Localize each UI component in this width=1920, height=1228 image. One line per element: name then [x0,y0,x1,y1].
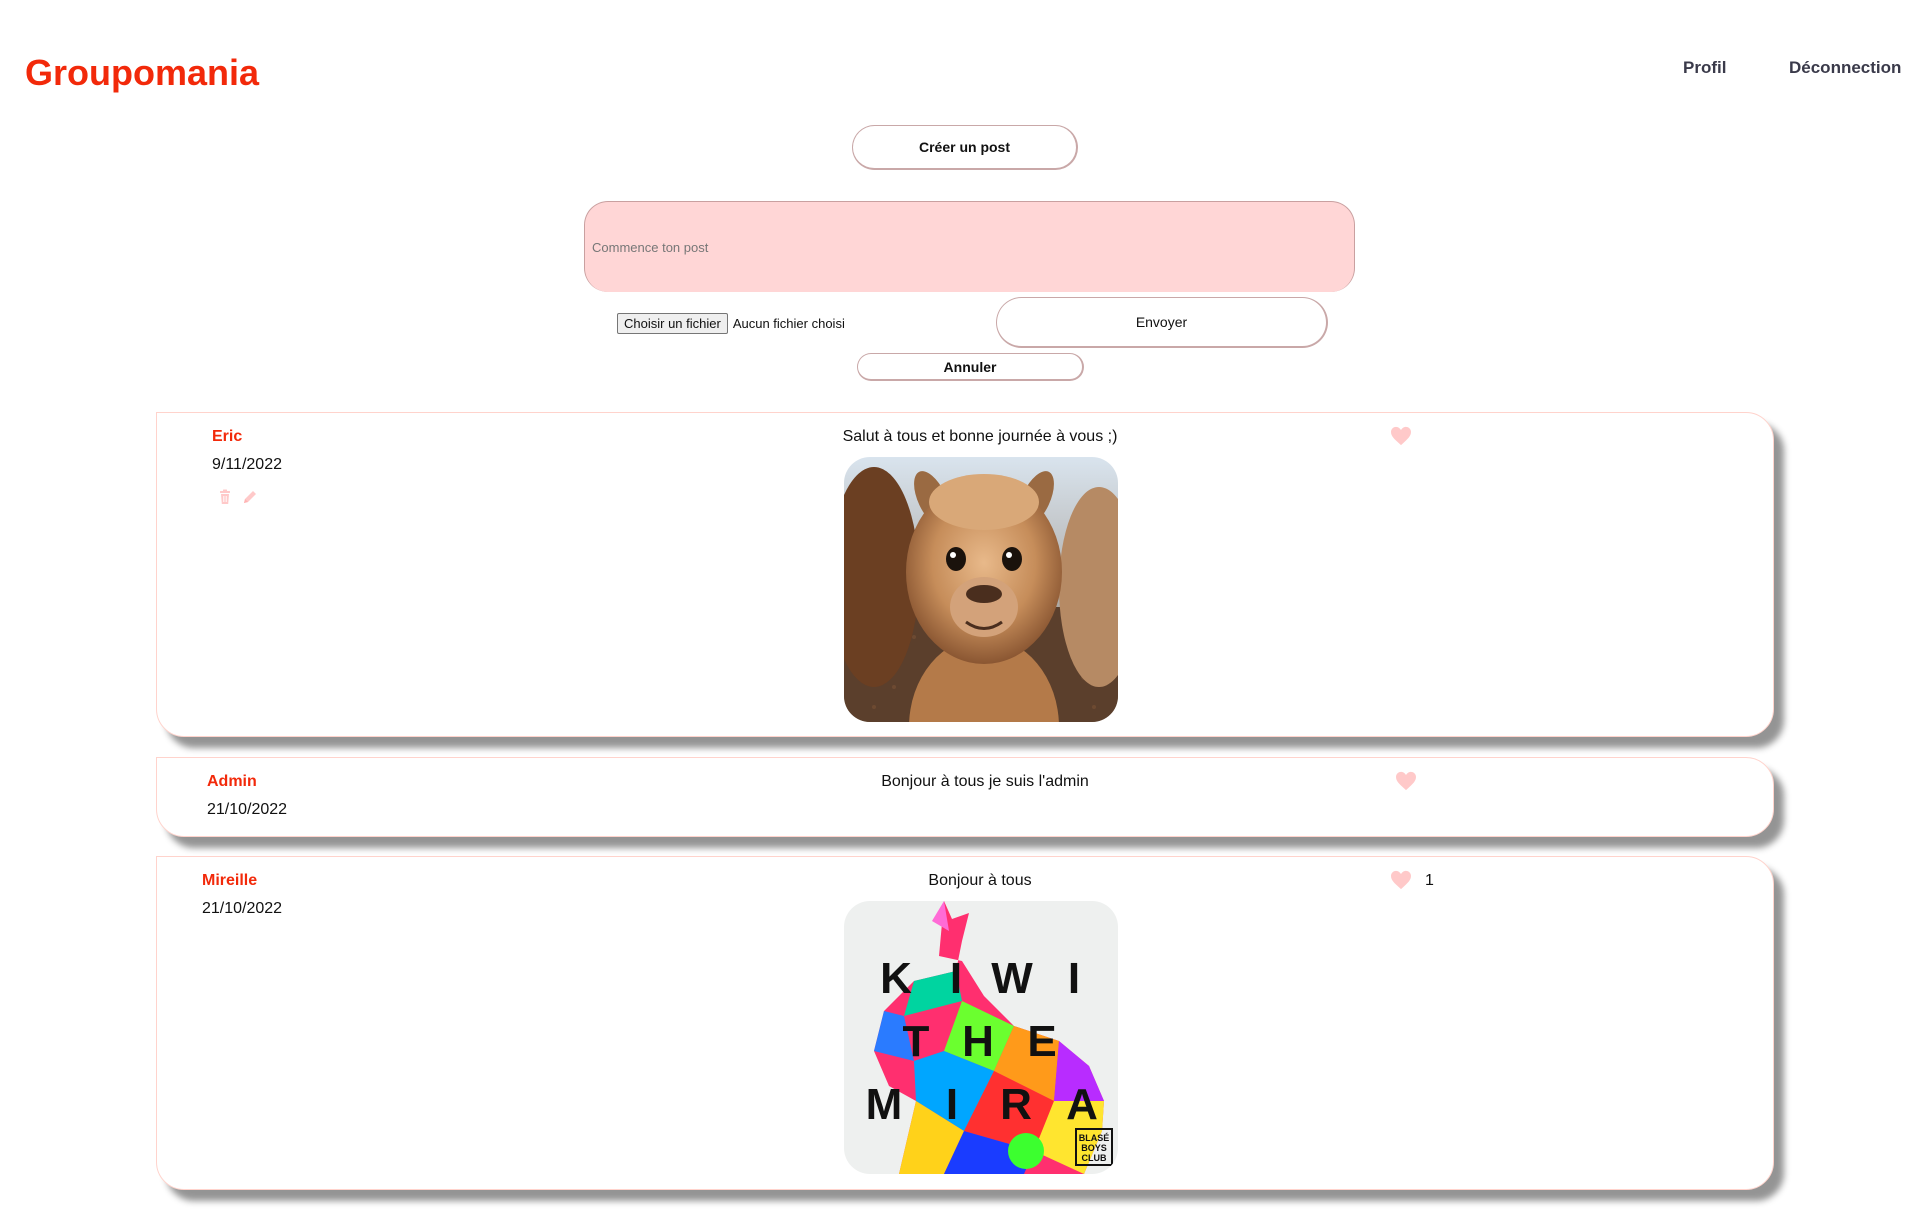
post-date: 9/11/2022 [212,456,282,473]
post-date: 21/10/2022 [207,801,288,818]
create-post-button[interactable]: Créer un post [852,125,1078,170]
cover-letter: A [1066,1080,1098,1129]
cover-logo-text: BLASÉ [1079,1133,1110,1143]
pencil-icon[interactable] [242,489,258,505]
cover-letter: I [1068,954,1080,1003]
post-text: Salut à tous et bonne journée à vous ;) [842,428,1118,445]
post-date: 21/10/2022 [202,900,283,917]
cover-logo-text: BOYS [1081,1143,1107,1153]
cover-letter: I [950,954,962,1003]
heart-icon[interactable] [1390,870,1412,890]
cover-letter: T [903,1017,930,1066]
send-button[interactable]: Envoyer [996,297,1328,348]
cover-letter: H [962,1017,994,1066]
post-author: Mireille [202,872,258,889]
kiwi-the-mira-cover: K I W I T H E M I R A BLASÉ BOYS CLUB [844,901,1118,1174]
heart-icon[interactable] [1395,771,1417,791]
cover-letter: K [880,954,912,1003]
cover-logo-text: CLUB [1082,1153,1107,1163]
cover-letter: M [866,1080,903,1129]
file-picker: Choisir un fichier Aucun fichier choisi [617,313,845,334]
nav-logout-link[interactable]: Déconnection [1789,58,1901,78]
cover-letter: W [991,954,1033,1003]
app-logo[interactable]: Groupomania [25,52,259,94]
post-card: Admin 21/10/2022 Bonjour à tous je suis … [156,757,1774,837]
cover-letter: E [1027,1017,1056,1066]
trash-icon[interactable] [217,489,233,505]
choose-file-button[interactable]: Choisir un fichier [617,313,728,334]
page: Groupomania Profil Déconnection Créer un… [0,0,1920,1228]
post-text-input[interactable] [584,201,1355,292]
alpaca-photo [844,457,1118,722]
post-text: Bonjour à tous je suis l'admin [881,773,1089,790]
file-status-text: Aucun fichier choisi [732,316,845,331]
post-card: Mireille 21/10/2022 Bonjour à tous K I W… [156,856,1774,1190]
post-text: Bonjour à tous [928,872,1032,889]
cancel-button[interactable]: Annuler [857,353,1084,381]
heart-icon[interactable] [1390,426,1412,446]
cover-letter: I [946,1080,958,1129]
post-card: Eric 9/11/2022 Salut à tous et bonne jou… [156,412,1774,737]
post-author: Admin [207,773,257,790]
post-author: Eric [212,428,243,445]
nav-profil-link[interactable]: Profil [1683,58,1726,78]
like-count: 1 [1425,872,1434,889]
cover-letter: R [1000,1080,1032,1129]
